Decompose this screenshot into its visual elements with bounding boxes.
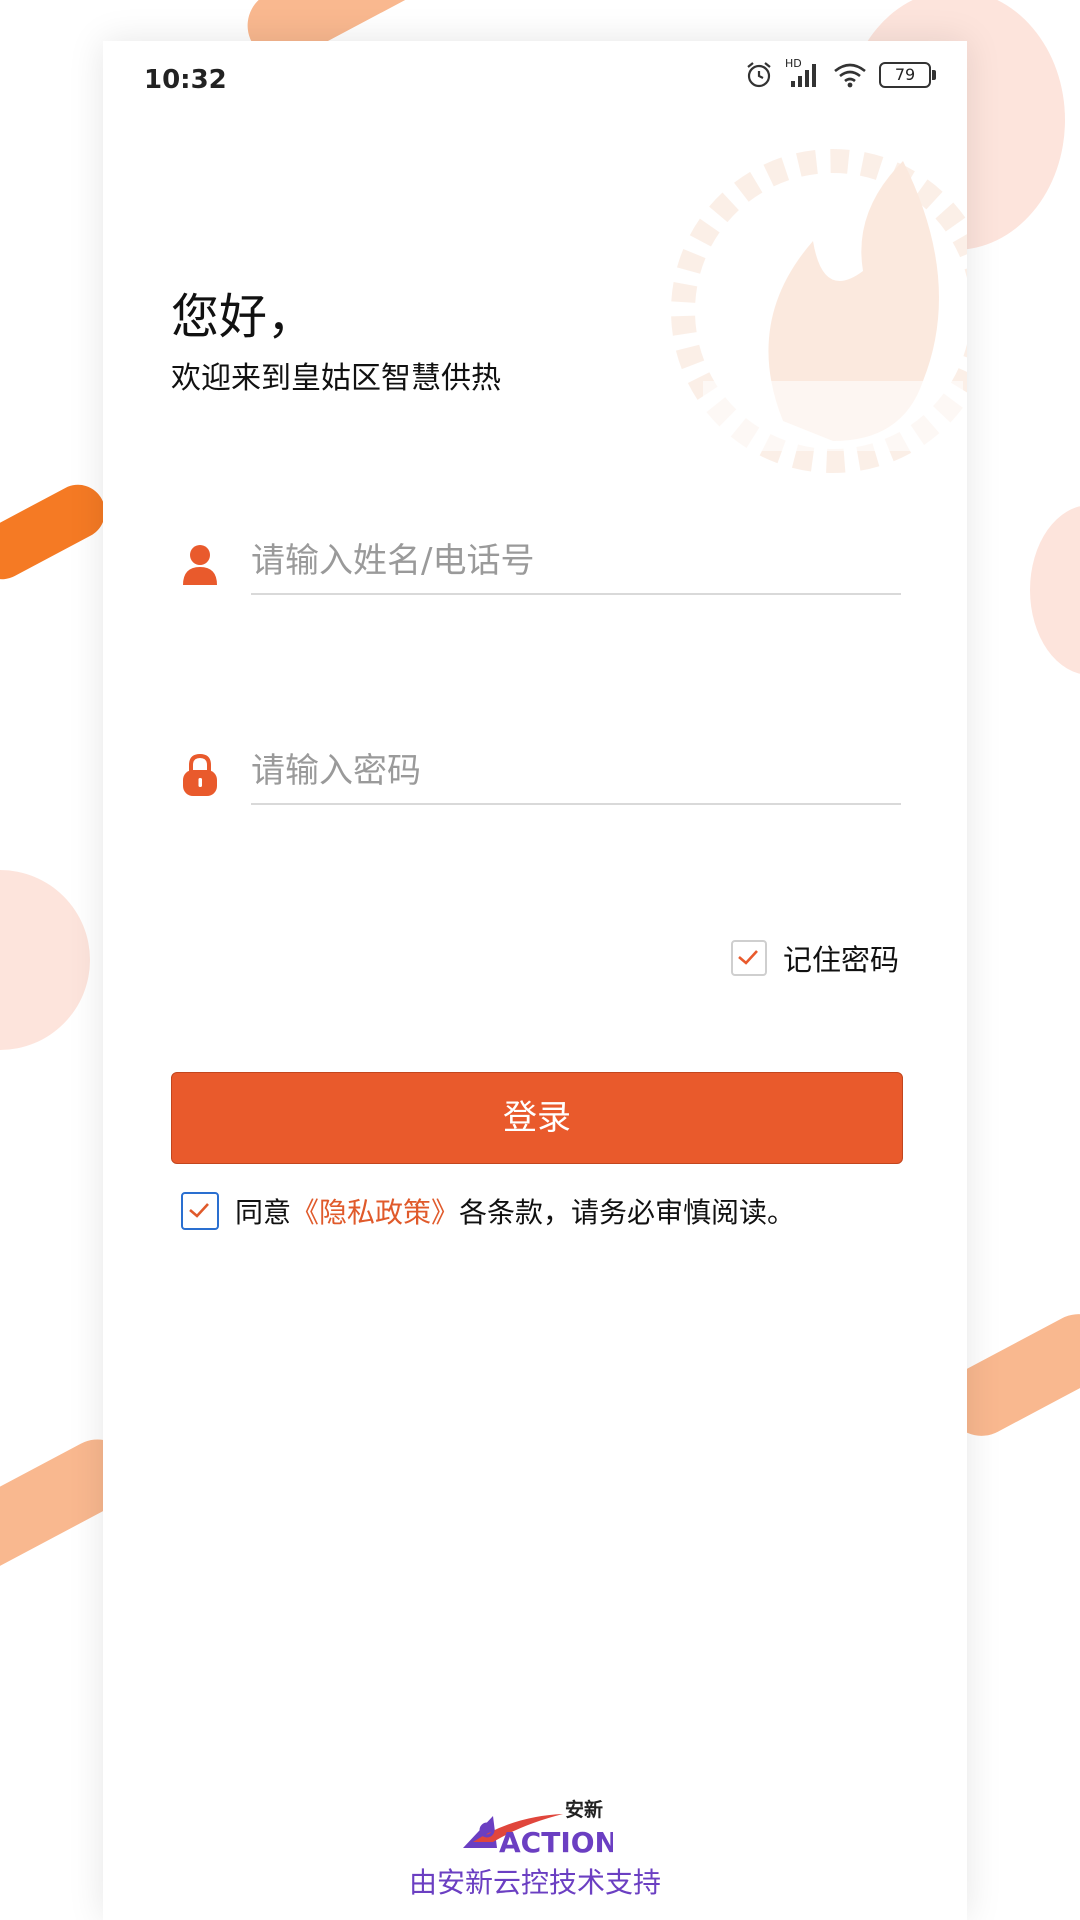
- status-bar: 10:32 HD 79: [103, 41, 967, 121]
- password-input[interactable]: [251, 739, 901, 805]
- check-icon: [189, 1203, 209, 1218]
- alarm-icon: [747, 62, 771, 88]
- agreement-checkbox[interactable]: [181, 1192, 219, 1230]
- remember-password: 记住密码: [730, 937, 899, 979]
- agreement-prefix: 同意: [235, 1196, 292, 1229]
- support-text: 由安新云控技术支持: [408, 1866, 661, 1899]
- privacy-agreement: 同意《隐私政策》各条款，请务必审慎阅读。: [181, 1191, 795, 1231]
- user-icon: [183, 545, 217, 585]
- action-logo: 安新 ACTION: [463, 1798, 613, 1858]
- wifi-icon: [834, 63, 866, 88]
- password-field-row: [171, 739, 901, 809]
- logo-text-main: ACTION: [499, 1826, 613, 1858]
- status-time: 10:32: [144, 65, 227, 95]
- battery-icon: 79: [879, 62, 936, 88]
- username-field-row: [171, 529, 901, 599]
- check-icon: [738, 950, 758, 965]
- logo-text-top: 安新: [565, 1798, 603, 1821]
- agreement-suffix: 各条款，请务必审慎阅读。: [459, 1196, 796, 1229]
- remember-password-checkbox[interactable]: [730, 940, 767, 976]
- remember-password-label: 记住密码: [782, 943, 899, 977]
- login-screen: 10:32 HD 79 您好， 欢迎来到皇姑区智慧供热 请输入姓名/电话号 记住…: [103, 41, 967, 1920]
- username-input[interactable]: [251, 529, 901, 595]
- login-button[interactable]: 登录: [171, 1072, 903, 1164]
- welcome-subtitle: 欢迎来到皇姑区智慧供热: [171, 361, 501, 396]
- lock-icon: [183, 753, 217, 796]
- privacy-policy-link[interactable]: 《隐私政策》: [291, 1196, 459, 1229]
- emblem-watermark-icon: [671, 149, 967, 473]
- greeting-title: 您好，: [171, 289, 316, 345]
- signal-icon: HD: [785, 57, 821, 89]
- status-icons: HD 79: [745, 57, 936, 89]
